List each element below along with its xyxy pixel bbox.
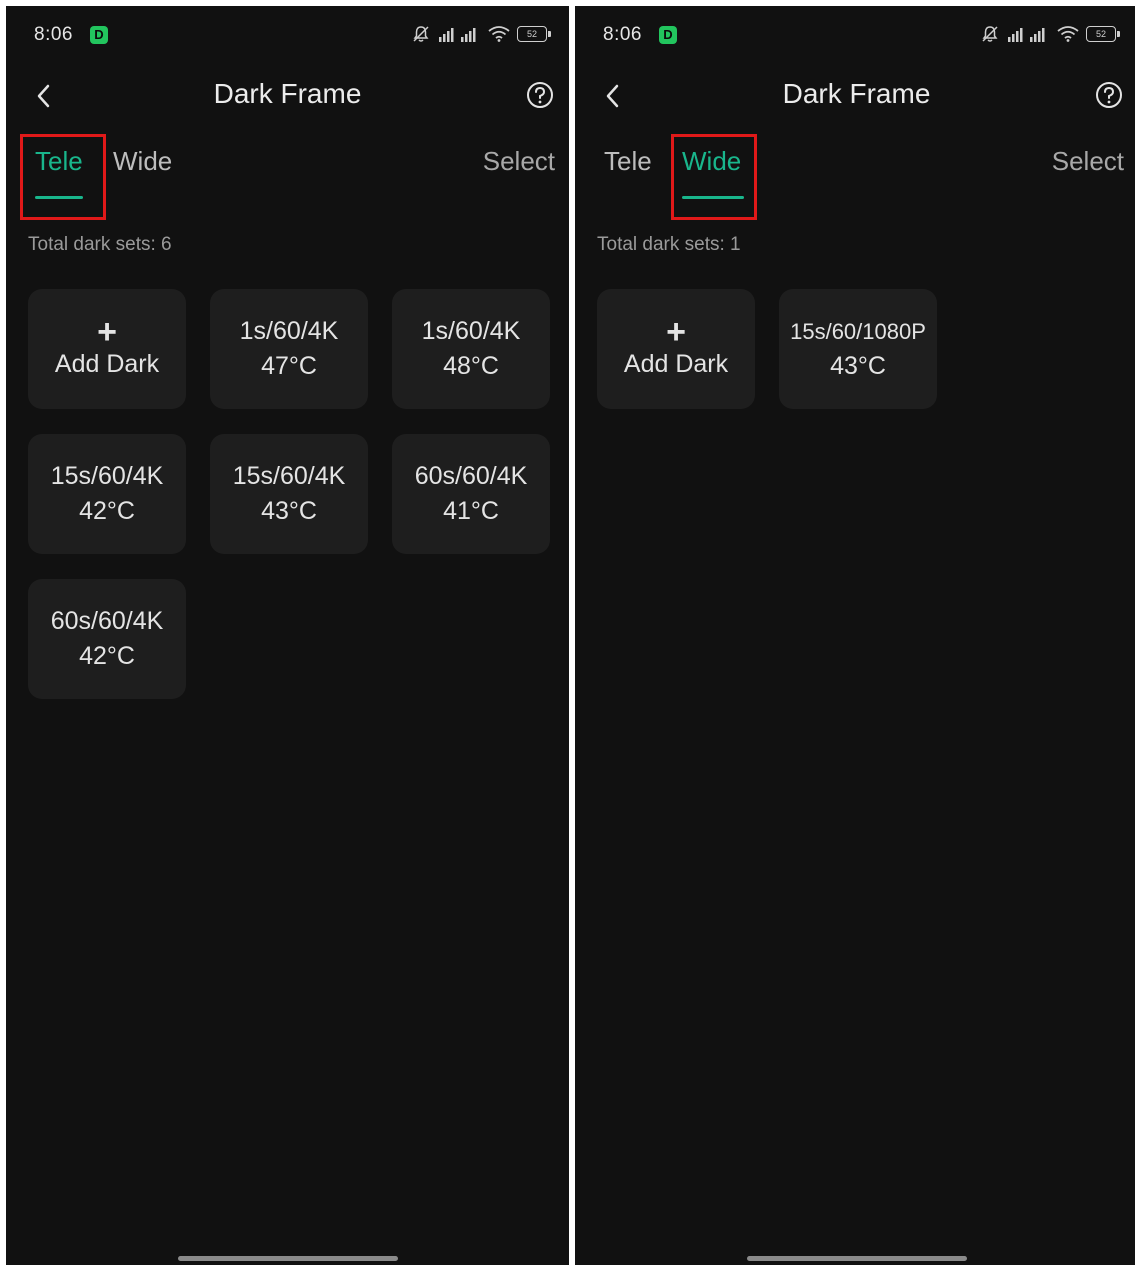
home-indicator[interactable] <box>177 1256 398 1261</box>
highlight-annotation <box>20 134 106 220</box>
help-circle-icon[interactable] <box>525 80 555 110</box>
dark-set-settings: 15s/60/1080P <box>790 319 926 344</box>
app-notification-icon: D <box>90 26 108 44</box>
wifi-icon <box>488 26 510 42</box>
dark-set-settings: 1s/60/4K <box>421 317 521 345</box>
battery-icon: 52 <box>517 26 551 42</box>
dark-set-temp: 47°C <box>261 352 317 380</box>
dark-set-tile[interactable]: 1s/60/4K 47°C <box>210 289 368 409</box>
status-bar: 8:06 D 52 <box>575 6 1135 66</box>
page-title: Dark Frame <box>782 78 931 109</box>
total-dark-sets: Total dark sets: 1 <box>597 234 741 255</box>
dark-set-temp: 43°C <box>830 352 886 380</box>
dark-set-settings: 60s/60/4K <box>50 607 164 635</box>
camera-tabs: Tele Wide Select <box>575 134 1135 220</box>
dark-set-settings: 15s/60/4K <box>50 462 164 490</box>
mute-bell-icon <box>982 26 998 42</box>
status-time: 8:06 <box>603 24 642 45</box>
plus-icon: + <box>97 312 117 351</box>
signal-icon <box>1008 28 1045 42</box>
status-icons: 52 <box>412 25 551 43</box>
dark-set-temp: 48°C <box>443 352 499 380</box>
dark-set-temp: 41°C <box>443 497 499 525</box>
title-bar: Dark Frame <box>575 66 1135 126</box>
add-dark-button[interactable]: + Add Dark <box>597 289 755 409</box>
dark-set-temp: 42°C <box>79 642 135 670</box>
tab-wide[interactable]: Wide <box>113 146 172 177</box>
dark-set-settings: 1s/60/4K <box>239 317 339 345</box>
dark-set-tile[interactable]: 15s/60/1080P 43°C <box>779 289 937 409</box>
camera-tabs: Tele Wide Select <box>6 134 569 220</box>
dark-set-settings: 15s/60/4K <box>232 462 346 490</box>
app-notification-icon: D <box>659 26 677 44</box>
highlight-annotation <box>671 134 757 220</box>
select-button[interactable]: Select <box>483 146 555 177</box>
title-bar: Dark Frame <box>6 66 569 126</box>
dark-set-tile[interactable]: 15s/60/4K 43°C <box>210 434 368 554</box>
phone-screen-wide: 8:06 D 52 Dark Frame Tele Wide Select To… <box>575 6 1135 1265</box>
dark-set-tile[interactable]: 60s/60/4K 42°C <box>28 579 186 699</box>
dark-set-tile[interactable]: 60s/60/4K 41°C <box>392 434 550 554</box>
battery-icon: 52 <box>1086 26 1120 42</box>
dark-set-settings: 60s/60/4K <box>414 462 528 490</box>
dark-set-temp: 43°C <box>261 497 317 525</box>
add-dark-button[interactable]: + Add Dark <box>28 289 186 409</box>
mute-bell-icon <box>413 26 429 42</box>
phone-screen-tele: 8:06 D 52 Dark Frame Tele Wide Select To… <box>6 6 569 1265</box>
tab-tele[interactable]: Tele <box>604 146 652 177</box>
add-dark-label: Add Dark <box>623 349 729 378</box>
status-bar: 8:06 D 52 <box>6 6 569 66</box>
home-indicator[interactable] <box>746 1256 967 1261</box>
select-button[interactable]: Select <box>1052 146 1124 177</box>
dark-set-temp: 42°C <box>79 497 135 525</box>
help-circle-icon[interactable] <box>1094 80 1124 110</box>
wifi-icon <box>1057 26 1079 42</box>
status-time: 8:06 <box>34 24 73 45</box>
plus-icon: + <box>666 312 686 351</box>
dark-set-tile[interactable]: 1s/60/4K 48°C <box>392 289 550 409</box>
status-icons: 52 <box>981 25 1120 43</box>
total-dark-sets: Total dark sets: 6 <box>28 234 172 255</box>
add-dark-label: Add Dark <box>54 349 160 378</box>
dark-set-tile[interactable]: 15s/60/4K 42°C <box>28 434 186 554</box>
signal-icon <box>439 28 476 42</box>
page-title: Dark Frame <box>213 78 362 109</box>
